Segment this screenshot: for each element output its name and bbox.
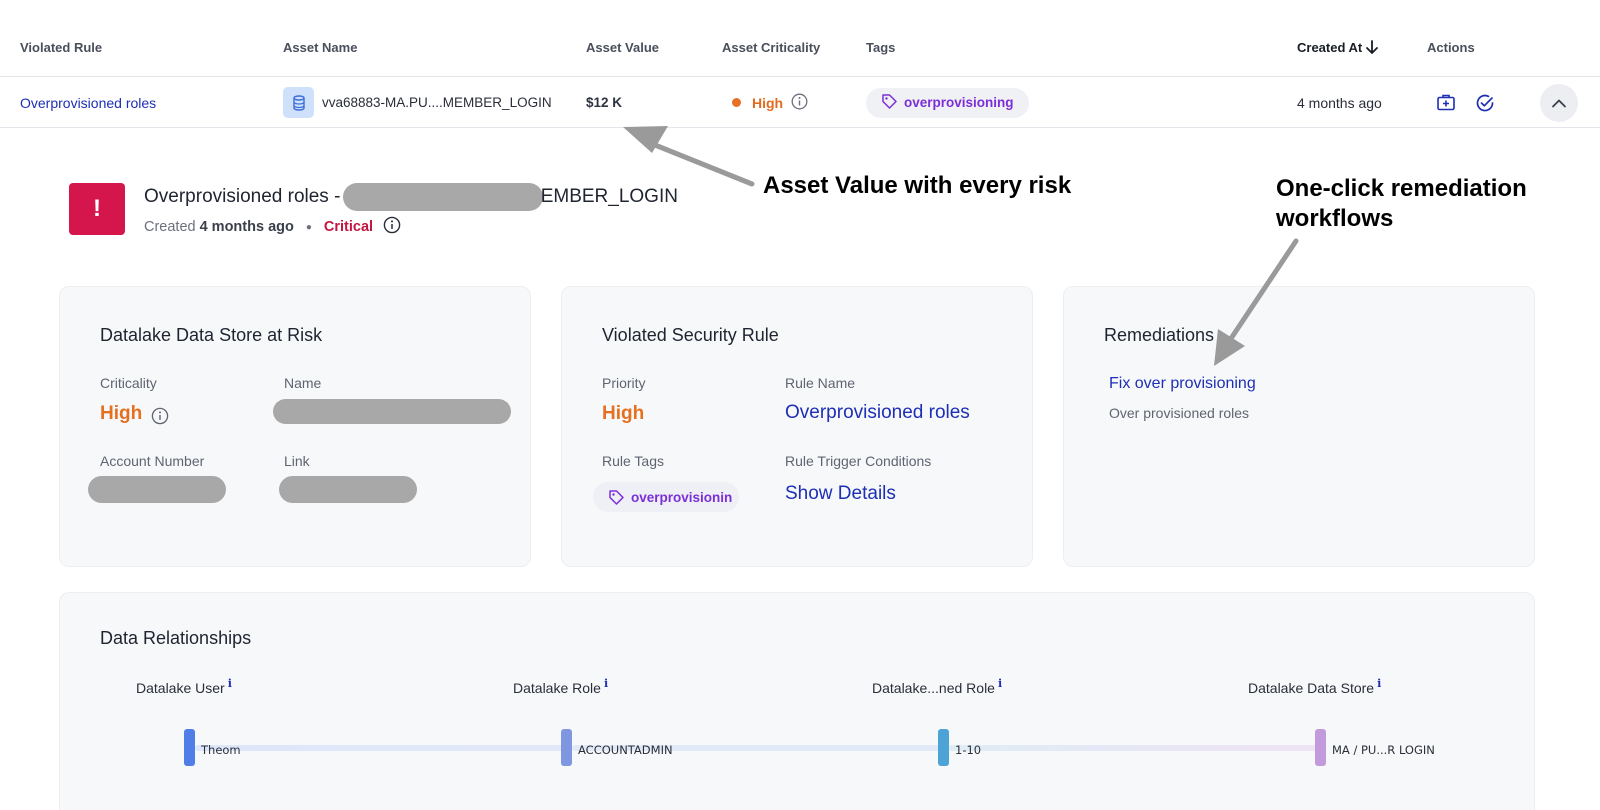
rel-header-label: Datalake Data Store xyxy=(1248,680,1375,696)
rel-header-assumed-role: Datalake...ned Role i xyxy=(872,677,1002,696)
node-role-label: ACCOUNTADMIN xyxy=(578,743,673,757)
rel-header-user: Datalake User i xyxy=(136,677,232,696)
connector-user-role xyxy=(195,745,567,751)
node-user-bar[interactable] xyxy=(184,729,195,766)
node-assumed-role-bar[interactable] xyxy=(938,729,949,766)
info-icon[interactable]: i xyxy=(1377,677,1381,690)
annotation-asset-value: Asset Value with every risk xyxy=(763,172,1072,199)
info-icon[interactable]: i xyxy=(604,677,608,690)
info-icon[interactable]: i xyxy=(228,677,232,690)
rel-header-label: Datalake Role xyxy=(513,680,601,696)
node-data-store-label: MA / PU...R LOGIN xyxy=(1332,743,1435,757)
connector-assumed-store xyxy=(948,745,1318,751)
rel-header-label: Datalake User xyxy=(136,680,225,696)
rel-header-label: Datalake...ned Role xyxy=(872,680,995,696)
annotation-remediation-line1: One-click remediation xyxy=(1276,175,1527,202)
annotation-remediation-line2: workflows xyxy=(1276,205,1394,232)
node-data-store-bar[interactable] xyxy=(1315,729,1326,766)
node-assumed-role-label: 1-10 xyxy=(955,743,982,757)
rel-header-role: Datalake Role i xyxy=(513,677,608,696)
info-icon[interactable]: i xyxy=(998,677,1002,690)
node-role-bar[interactable] xyxy=(561,729,572,766)
node-user-label: Theom xyxy=(201,743,241,757)
rel-header-data-store: Datalake Data Store i xyxy=(1248,677,1381,696)
